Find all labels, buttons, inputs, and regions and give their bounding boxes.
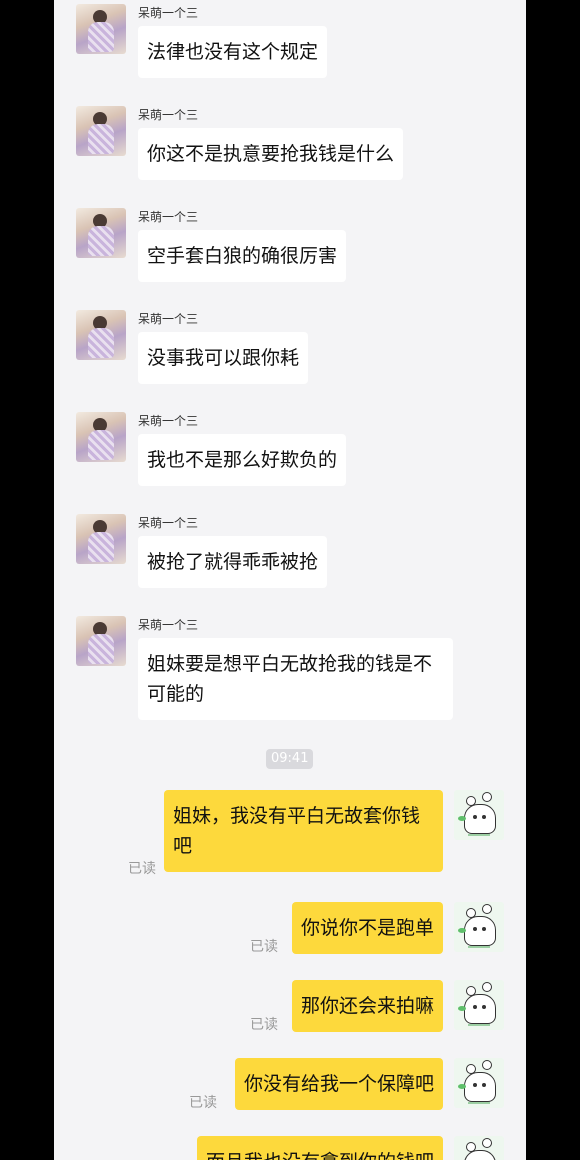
message-bubble[interactable]: 被抢了就得乖乖被抢	[138, 536, 328, 588]
contact-avatar[interactable]	[76, 412, 126, 462]
contact-avatar[interactable]	[76, 514, 126, 564]
message-bubble[interactable]: 姐妹要是想平白无故抢我的钱是不可能的	[138, 638, 453, 720]
read-status: 已读	[250, 939, 278, 955]
flower-icon	[482, 904, 492, 914]
sender-name: 呆萌一个三	[138, 108, 199, 122]
flower-icon	[482, 792, 492, 802]
time-divider: 09:41	[266, 749, 314, 769]
message-bubble[interactable]: 而且我也没有拿到你的钱吧	[196, 1136, 443, 1160]
message-bubble[interactable]: 没事我可以跟你耗	[138, 332, 309, 384]
message-bubble[interactable]: 你没有给我一个保障吧	[234, 1058, 443, 1110]
message-bubble[interactable]: 我也不是那么好欺负的	[138, 434, 347, 486]
sender-name: 呆萌一个三	[138, 312, 199, 326]
contact-avatar[interactable]	[76, 4, 126, 54]
contact-avatar[interactable]	[76, 616, 126, 666]
message-bubble[interactable]: 你这不是执意要抢我钱是什么	[138, 128, 404, 180]
self-avatar[interactable]	[454, 902, 504, 952]
message-bubble[interactable]: 那你还会来拍嘛	[291, 980, 443, 1032]
message-bubble[interactable]: 法律也没有这个规定	[138, 26, 328, 78]
sender-name: 呆萌一个三	[138, 516, 199, 530]
sender-name: 呆萌一个三	[138, 618, 199, 632]
message-bubble[interactable]: 姐妹，我没有平白无故套你钱吧	[164, 790, 443, 872]
self-avatar[interactable]	[454, 980, 504, 1030]
read-status: 已读	[250, 1017, 278, 1033]
sender-name: 呆萌一个三	[138, 6, 199, 20]
contact-avatar[interactable]	[76, 310, 126, 360]
message-bubble[interactable]: 空手套白狼的确很厉害	[138, 230, 347, 282]
message-bubble[interactable]: 你说你不是跑单	[291, 902, 443, 954]
sender-name: 呆萌一个三	[138, 210, 199, 224]
read-status: 已读	[128, 861, 156, 877]
chat-window[interactable]: 呆萌一个三 法律也没有这个规定 呆萌一个三 你这不是执意要抢我钱是什么 呆萌一个…	[54, 0, 526, 1160]
flower-icon	[482, 982, 492, 992]
flower-icon	[482, 1060, 492, 1070]
contact-avatar[interactable]	[76, 208, 126, 258]
self-avatar[interactable]	[454, 1058, 504, 1108]
read-status: 已读	[189, 1095, 217, 1111]
flower-icon	[482, 1138, 492, 1148]
contact-avatar[interactable]	[76, 106, 126, 156]
self-avatar[interactable]	[454, 790, 504, 840]
self-avatar[interactable]	[454, 1136, 504, 1160]
sender-name: 呆萌一个三	[138, 414, 199, 428]
